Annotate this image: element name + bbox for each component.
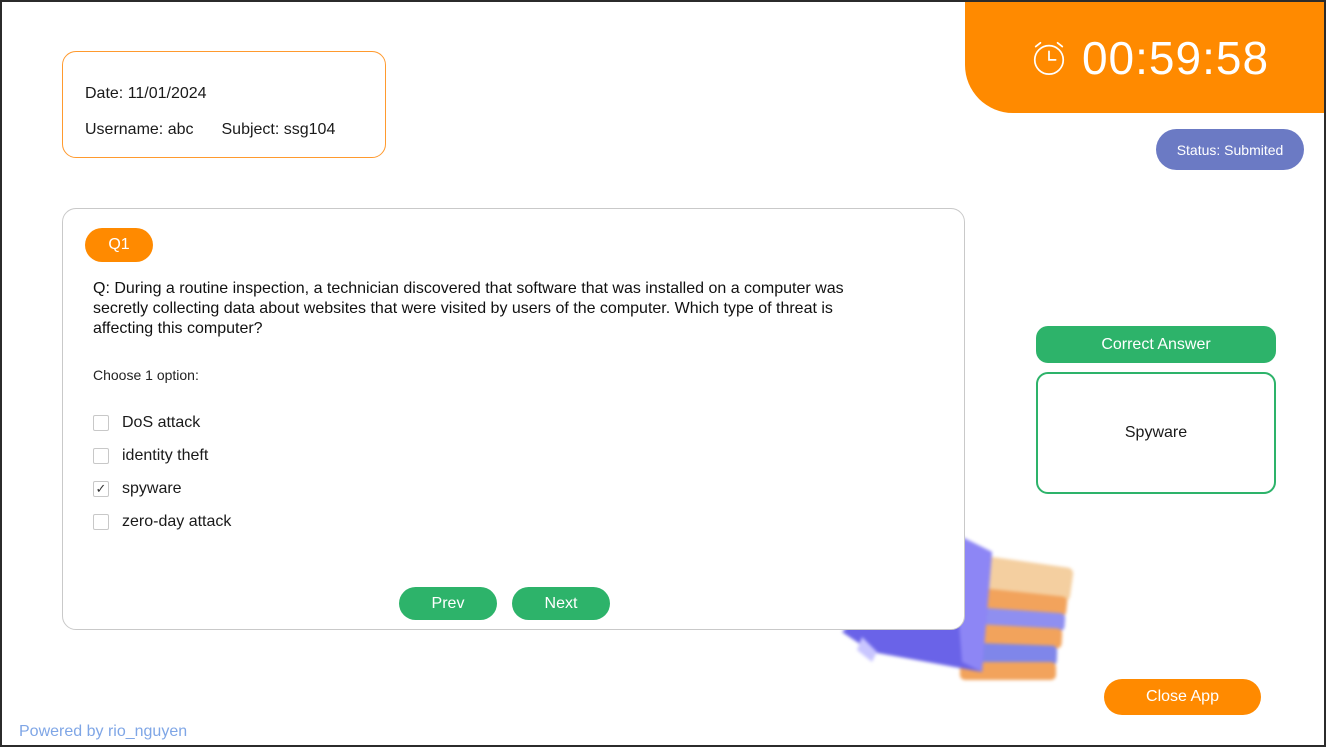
option-item[interactable]: DoS attack <box>93 406 231 439</box>
option-item[interactable]: ✓ spyware <box>93 472 231 505</box>
option-label: spyware <box>122 479 182 497</box>
alarm-clock-icon <box>1033 41 1065 75</box>
option-item[interactable]: zero-day attack <box>93 505 231 538</box>
status-badge: Status: Submited <box>1156 129 1304 170</box>
correct-answer-box: Spyware <box>1036 372 1276 494</box>
next-button[interactable]: Next <box>512 587 610 620</box>
close-app-button[interactable]: Close App <box>1104 679 1261 715</box>
option-label: DoS attack <box>122 413 201 431</box>
exam-info-card: Date: 11/01/2024 Username: abc Subject: … <box>62 51 386 158</box>
question-text: Q: During a routine inspection, a techni… <box>93 280 844 337</box>
countdown-timer: 00:59:58 <box>965 2 1324 113</box>
subject-label: Subject: ssg104 <box>221 121 336 138</box>
app-frame: 00:59:58 Status: Submited Date: 11/01/20… <box>2 2 1324 745</box>
question-card: Q1 Q: During a routine inspection, a tec… <box>62 208 965 630</box>
username-label: Username: abc <box>85 121 194 138</box>
timer-value: 00:59:58 <box>1081 31 1270 84</box>
options-list: DoS attack identity theft ✓ spyware zero… <box>93 406 231 538</box>
checkbox[interactable] <box>93 414 109 431</box>
option-label: zero-day attack <box>122 512 232 530</box>
correct-answer-value: Spyware <box>1124 424 1188 441</box>
option-label: identity theft <box>122 446 209 464</box>
checkbox[interactable] <box>93 447 109 464</box>
prev-button[interactable]: Prev <box>399 587 497 620</box>
question-number-tag: Q1 <box>85 228 153 262</box>
date-label: Date: 11/01/2024 <box>85 85 207 102</box>
footer-credit[interactable]: Powered by rio_nguyen <box>19 723 187 741</box>
option-item[interactable]: identity theft <box>93 439 231 472</box>
checkbox[interactable] <box>93 513 109 530</box>
choose-instruction: Choose 1 option: <box>93 367 199 383</box>
correct-answer-title: Correct Answer <box>1036 326 1276 363</box>
checkbox-checked[interactable]: ✓ <box>93 480 109 497</box>
